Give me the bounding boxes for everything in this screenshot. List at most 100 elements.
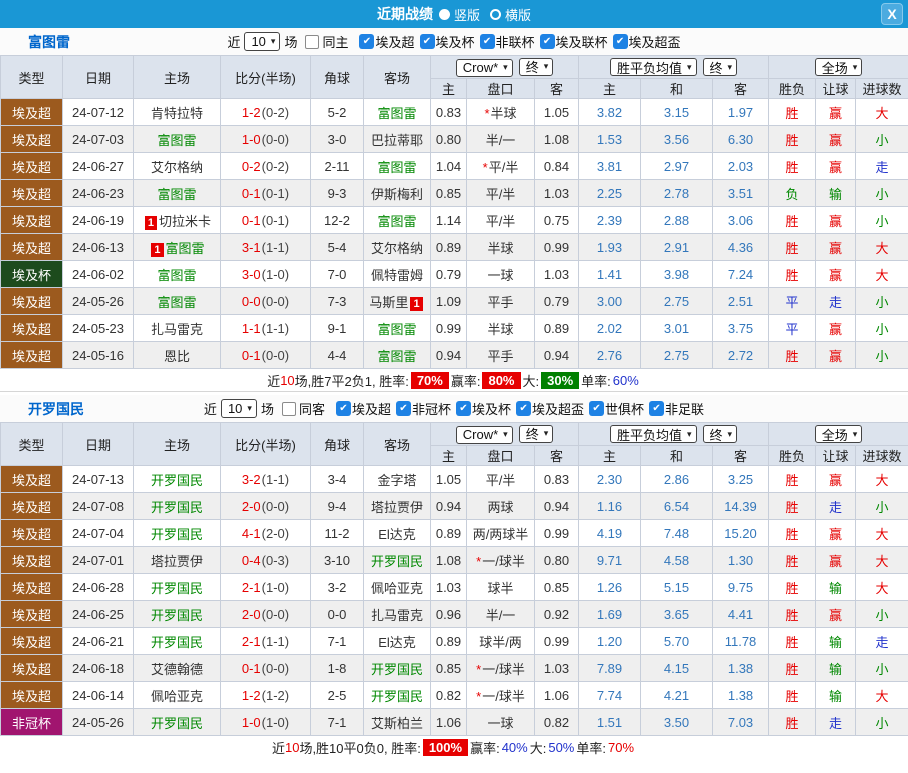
match-date: 24-07-04	[62, 519, 134, 547]
horizontal-layout-radio[interactable]	[490, 8, 501, 20]
away-team: 塔拉贾伊	[363, 492, 431, 520]
home-team: 肯特拉特	[133, 98, 221, 126]
filter-controls: 近 10 ▾ 场 同主 ✔ 埃及超 ✔ 埃及杯 ✔ 非联杯 ✔ 埃及联杯 ✔ 埃及超盃	[227, 32, 681, 51]
mean-draw: 3.50	[640, 708, 713, 736]
handicap: 半/一	[466, 600, 535, 628]
match-row: 非冠杯 24-05-26 开罗国民 1-0(1-0) 7-1 艾斯柏兰 1.06 一球 0.82…	[0, 708, 908, 736]
goals-outcome: 走	[855, 152, 908, 180]
mean-away: 1.38	[711, 654, 770, 682]
league-checkbox[interactable]: ✔	[456, 401, 471, 416]
mean-draw: 6.54	[640, 492, 713, 520]
mean-away: 3.06	[711, 206, 770, 234]
odds-company-select[interactable]: Crow* ▾	[455, 58, 513, 77]
mean-type-select[interactable]: 胜平负均值 ▾	[609, 425, 697, 443]
summary-count: 10	[284, 740, 300, 755]
match-count-select[interactable]: 10 ▾	[220, 399, 257, 418]
mean-draw: 4.21	[640, 681, 713, 709]
goals-outcome: 小	[855, 314, 908, 342]
league-checkbox[interactable]: ✔	[589, 401, 605, 416]
handicap-outcome: 走	[815, 708, 857, 736]
sub-col-mean-away: 客	[711, 78, 770, 99]
mean-home: 2.39	[578, 206, 641, 234]
mean-away: 3.25	[711, 465, 770, 493]
odds-time-select[interactable]: 终 ▾	[518, 424, 554, 443]
chevron-down-icon: ▾	[727, 428, 733, 439]
match-row: 埃及超 24-06-13 1 富图雷 3-1(1-1) 5-4 艾尔格纳 0.89 半球 0.99…	[0, 233, 908, 261]
away-team: 金字塔	[363, 465, 431, 493]
handicap-outcome: 输	[815, 627, 857, 655]
mean-home: 1.51	[578, 708, 641, 736]
match-score: 0-0(0-0)	[220, 287, 311, 315]
match-type: 埃及超	[0, 654, 63, 682]
away-team: 扎马雷克	[363, 600, 431, 628]
away-odds: 0.99	[534, 627, 579, 655]
win-rate: 100%	[422, 739, 469, 756]
sub-col-goals: 进球数	[855, 445, 908, 466]
sub-col-let: 让球	[815, 78, 857, 99]
league-checkbox[interactable]: ✔	[395, 401, 411, 416]
single-rate-label: 单率:	[581, 373, 611, 389]
mean-draw: 4.15	[640, 654, 713, 682]
result-outcome: 胜	[768, 708, 817, 736]
home-odds: 1.04	[430, 152, 467, 180]
win-rate: 70%	[410, 371, 449, 389]
handicap: 一球	[466, 708, 535, 736]
home-odds: 1.03	[430, 573, 467, 601]
same-home-checkbox[interactable]	[305, 34, 320, 49]
same-away-checkbox[interactable]	[281, 401, 296, 416]
mean-draw: 2.86	[640, 465, 713, 493]
home-odds: 0.80	[430, 125, 467, 153]
mean-draw: 2.75	[640, 341, 713, 369]
handicap-outcome: 赢	[815, 519, 857, 547]
league-label: 埃及超盃	[628, 35, 681, 50]
mean-header-group: 胜平负均值 ▾ 终 ▾	[577, 55, 770, 79]
league-checkbox[interactable]: ✔	[612, 34, 628, 49]
close-button[interactable]: X	[881, 3, 903, 25]
match-date: 24-06-14	[62, 681, 134, 709]
home-team: 富图雷	[133, 125, 221, 153]
goals-outcome: 小	[855, 654, 908, 682]
match-row: 埃及超 24-06-14 佩哈亚克 1-2(1-2) 2-5 开罗国民 0.82 *一/球半 1…	[0, 681, 908, 709]
col-score: 比分(半场)	[220, 55, 311, 99]
result-outcome: 负	[768, 179, 817, 207]
scope-select[interactable]: 全场 ▾	[814, 425, 863, 443]
handicap-outcome: 赢	[815, 341, 857, 369]
mean-type-select[interactable]: 胜平负均值 ▾	[609, 58, 697, 76]
league-checkbox[interactable]: ✔	[359, 34, 375, 49]
match-type: 埃及超	[0, 681, 63, 709]
league-checkbox[interactable]: ✔	[516, 401, 532, 416]
match-count-select[interactable]: 10 ▾	[244, 32, 281, 51]
away-odds: 1.03	[534, 179, 579, 207]
mean-time-select[interactable]: 终 ▾	[702, 58, 738, 76]
league-label: 埃及联杯	[555, 35, 608, 50]
goals-outcome: 小	[855, 492, 908, 520]
match-date: 24-06-21	[62, 627, 134, 655]
handicap-outcome: 输	[815, 573, 857, 601]
league-checkbox[interactable]: ✔	[479, 34, 495, 49]
match-row: 埃及杯 24-06-02 富图雷 3-0(1-0) 7-0 佩特雷姆 0.79 一球 1.03 1…	[0, 260, 908, 288]
match-date: 24-06-28	[62, 573, 134, 601]
scope-header-group: 全场 ▾	[768, 55, 908, 79]
odds-company-select[interactable]: Crow* ▾	[455, 425, 513, 444]
league-checkbox[interactable]: ✔	[419, 34, 435, 49]
away-odds: 1.08	[534, 125, 579, 153]
odds-time-select[interactable]: 终 ▾	[518, 57, 554, 76]
home-team: 开罗国民	[133, 627, 221, 655]
match-score: 3-1(1-1)	[220, 233, 311, 261]
corner-score: 11-2	[310, 519, 364, 547]
league-checkbox[interactable]: ✔	[649, 401, 665, 416]
league-checkbox[interactable]: ✔	[539, 34, 555, 49]
check-icon: ✔	[592, 403, 601, 414]
match-date: 24-06-13	[62, 233, 134, 261]
mean-home: 1.16	[578, 492, 641, 520]
away-team: 佩哈亚克	[363, 573, 431, 601]
match-score: 3-2(1-1)	[220, 465, 311, 493]
handicap: *平/半	[466, 152, 535, 180]
col-date: 日期	[62, 55, 134, 99]
vertical-layout-radio[interactable]	[438, 8, 450, 20]
scope-select[interactable]: 全场 ▾	[814, 58, 863, 76]
league-checkbox[interactable]: ✔	[335, 401, 351, 416]
mean-time-select[interactable]: 终 ▾	[702, 425, 738, 443]
mean-away: 2.03	[711, 152, 770, 180]
home-team-summary: 近 10 场,胜7平2负1, 胜率: 70% 赢率: 80% 大: 30% 单率: …	[0, 369, 908, 392]
